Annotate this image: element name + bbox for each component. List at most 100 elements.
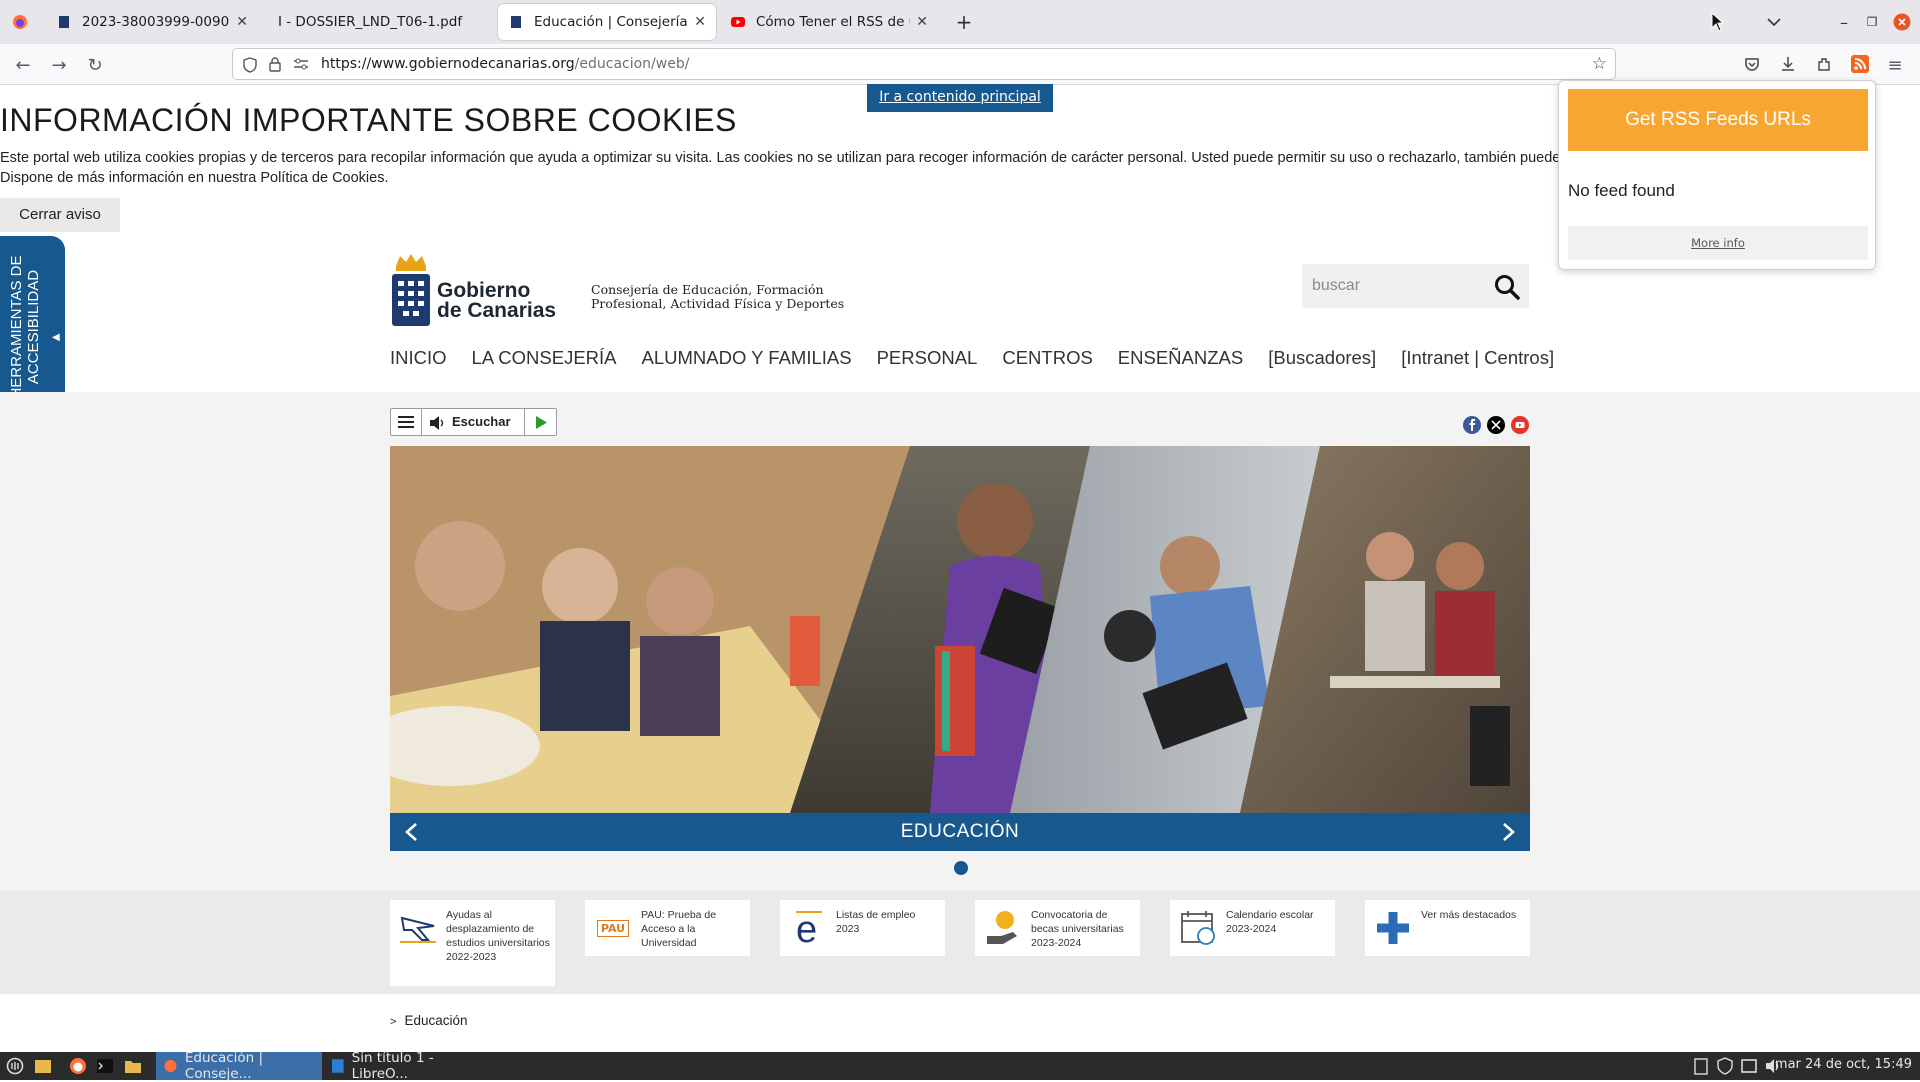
browser-tab-bar: 2023-38003999-0090: Tarea ✕ I - DOSSIER_… bbox=[0, 0, 1920, 44]
list-tabs-icon[interactable] bbox=[1762, 10, 1786, 34]
x-twitter-icon[interactable] bbox=[1487, 416, 1505, 434]
close-notice-button[interactable]: Cerrar aviso bbox=[0, 198, 120, 232]
next-slide-icon[interactable] bbox=[1502, 822, 1516, 842]
nav-alumnado-y-familias[interactable]: ALUMNADO Y FAMILIAS bbox=[642, 347, 852, 369]
gobierno-favicon-icon bbox=[59, 16, 69, 28]
tab-tarea[interactable]: 2023-38003999-0090: Tarea ✕ bbox=[46, 4, 258, 40]
tab-dossier[interactable]: I - DOSSIER_LND_T06-1.pdf bbox=[268, 4, 490, 40]
featured-pau[interactable]: PAU PAU: Prueba de Acceso a la Universid… bbox=[585, 900, 750, 956]
shield-icon[interactable] bbox=[243, 57, 257, 73]
firefox-icon[interactable] bbox=[69, 1057, 87, 1075]
back-icon[interactable]: ← bbox=[10, 52, 36, 78]
nav-personal[interactable]: PERSONAL bbox=[877, 347, 978, 369]
breadcrumb-item-educacion[interactable]: Educación bbox=[404, 1013, 467, 1028]
close-tab-icon[interactable]: ✕ bbox=[694, 14, 706, 30]
close-tab-icon[interactable]: ✕ bbox=[916, 14, 928, 30]
tab-educacion[interactable]: Educación | Consejería de E ✕ bbox=[498, 4, 716, 40]
featured-listas-empleo[interactable]: e Listas de empleo 2023 bbox=[780, 900, 945, 956]
youtube-favicon-icon bbox=[731, 17, 745, 27]
slider-caption-bar: EDUCACIÓN bbox=[390, 813, 1530, 851]
divider bbox=[524, 409, 525, 435]
browser-nav-bar: ← → ↻ https://www.gobiernodecanarias.org… bbox=[0, 44, 1920, 85]
rss-extension-icon[interactable] bbox=[1851, 55, 1869, 73]
featured-ver-mas[interactable]: Ver más destacados bbox=[1365, 900, 1530, 956]
department-line2: Profesional, Actividad Física y Deportes bbox=[591, 296, 845, 311]
forward-icon[interactable]: → bbox=[46, 52, 72, 78]
facebook-icon[interactable] bbox=[1463, 416, 1481, 434]
employment-e-icon: e bbox=[796, 909, 822, 948]
url-bar[interactable]: https://www.gobiernodecanarias.org/educa… bbox=[232, 48, 1616, 80]
logo-wordmark[interactable]: Gobierno de Canarias bbox=[437, 280, 556, 321]
reload-icon[interactable]: ↻ bbox=[82, 52, 108, 78]
slider-dot-indicator[interactable] bbox=[954, 861, 968, 875]
tab-rss[interactable]: Cómo Tener el RSS de una W ✕ bbox=[720, 4, 938, 40]
minimize-icon[interactable]: – bbox=[1832, 10, 1856, 34]
nav-intranet-centros[interactable]: [Intranet | Centros] bbox=[1401, 347, 1554, 369]
restore-icon[interactable]: ❐ bbox=[1860, 10, 1884, 34]
breadcrumb-separator: > bbox=[390, 1016, 397, 1028]
featured-label: Ver más destacados bbox=[1421, 909, 1517, 921]
folder-icon[interactable] bbox=[124, 1057, 142, 1075]
new-tab-icon[interactable]: + bbox=[952, 10, 976, 34]
url-text[interactable]: https://www.gobiernodecanarias.org/educa… bbox=[321, 56, 689, 72]
taskbar-task-firefox[interactable]: Educación | Conseje... bbox=[156, 1050, 322, 1082]
taskbar-task-libreoffice[interactable]: Sin título 1 - LibreO... bbox=[324, 1050, 490, 1082]
window-close-icon[interactable] bbox=[1890, 10, 1914, 34]
security-shield-icon[interactable] bbox=[1716, 1057, 1734, 1075]
app-menu-icon[interactable]: ≡ bbox=[1882, 52, 1908, 78]
get-rss-feeds-button[interactable]: Get RSS Feeds URLs bbox=[1568, 89, 1868, 151]
task-label: Educación | Conseje... bbox=[184, 1050, 264, 1082]
listen-button[interactable]: Escuchar bbox=[452, 414, 511, 429]
youtube-icon[interactable] bbox=[1511, 416, 1529, 434]
coin-hand-icon bbox=[987, 911, 1017, 944]
accessibility-label: HERRAMIENTAS DE ACCESIBILIDAD bbox=[8, 255, 42, 399]
cookie-notice-title: INFORMACIÓN IMPORTANTE SOBRE COOKIES bbox=[0, 102, 737, 138]
search-icon[interactable] bbox=[1494, 274, 1520, 300]
firefox-icon bbox=[164, 1060, 177, 1072]
lock-icon[interactable] bbox=[268, 56, 282, 72]
nav-buscadores[interactable]: [Buscadores] bbox=[1268, 347, 1376, 369]
hero-slider-image[interactable] bbox=[390, 446, 1530, 813]
featured-calendario-escolar[interactable]: Calendario escolar 2023-2024 bbox=[1170, 900, 1335, 956]
calendar-icon bbox=[1181, 911, 1215, 945]
url-path: /educacion/web/ bbox=[574, 56, 690, 72]
tab-title: Educación | Consejería de E bbox=[534, 14, 688, 30]
department-name: Consejería de Educación, Formación Profe… bbox=[591, 283, 844, 311]
files-icon[interactable] bbox=[34, 1057, 52, 1075]
downloads-icon[interactable] bbox=[1780, 56, 1796, 72]
nav-ensenanzas[interactable]: ENSEÑANZAS bbox=[1118, 347, 1243, 369]
menu-icon[interactable] bbox=[397, 415, 415, 429]
tab-title: Cómo Tener el RSS de una W bbox=[756, 14, 910, 30]
nav-inicio[interactable]: INICIO bbox=[390, 347, 447, 369]
nav-la-consejeria[interactable]: LA CONSEJERÍA bbox=[472, 347, 617, 369]
featured-becas-universitarias[interactable]: Convocatoria de becas universitarias 202… bbox=[975, 900, 1140, 956]
network-icon[interactable] bbox=[1740, 1057, 1758, 1075]
terminal-icon[interactable] bbox=[96, 1057, 114, 1075]
start-menu-icon[interactable] bbox=[6, 1057, 24, 1075]
firefox-menu-icon[interactable] bbox=[8, 10, 32, 34]
featured-label: Listas de empleo 2023 bbox=[836, 909, 916, 935]
extensions-icon[interactable] bbox=[1816, 56, 1832, 72]
no-feed-message: No feed found bbox=[1568, 181, 1675, 200]
previous-slide-icon[interactable] bbox=[404, 822, 418, 842]
search-input[interactable] bbox=[1312, 274, 1472, 298]
permissions-icon[interactable] bbox=[293, 57, 309, 71]
plus-icon bbox=[1377, 912, 1409, 944]
featured-ayudas-desplazamiento[interactable]: Ayudas al desplazamiento de estudios uni… bbox=[390, 900, 555, 986]
slider-caption: EDUCACIÓN bbox=[900, 821, 1020, 842]
play-icon[interactable] bbox=[535, 416, 547, 429]
skip-to-content-link[interactable]: Ir a contenido principal bbox=[867, 84, 1053, 112]
url-domain: https://www.gobiernodecanarias.org bbox=[321, 56, 575, 72]
clipboard-icon[interactable] bbox=[1692, 1057, 1710, 1075]
more-info-link[interactable]: More info bbox=[1568, 226, 1868, 260]
featured-links-band bbox=[0, 890, 1920, 994]
pocket-icon[interactable] bbox=[1744, 56, 1760, 72]
breadcrumb: > Educación bbox=[390, 1013, 467, 1028]
gobierno-canarias-logo-icon bbox=[392, 254, 430, 326]
nav-centros[interactable]: CENTROS bbox=[1002, 347, 1092, 369]
clock[interactable]: mar 24 de oct, 15:49 bbox=[1775, 1057, 1912, 1072]
plane-icon bbox=[400, 916, 436, 943]
expand-arrow-icon: ◀ bbox=[52, 332, 60, 343]
close-tab-icon[interactable]: ✕ bbox=[236, 14, 248, 30]
bookmark-star-icon[interactable]: ☆ bbox=[1592, 54, 1607, 74]
